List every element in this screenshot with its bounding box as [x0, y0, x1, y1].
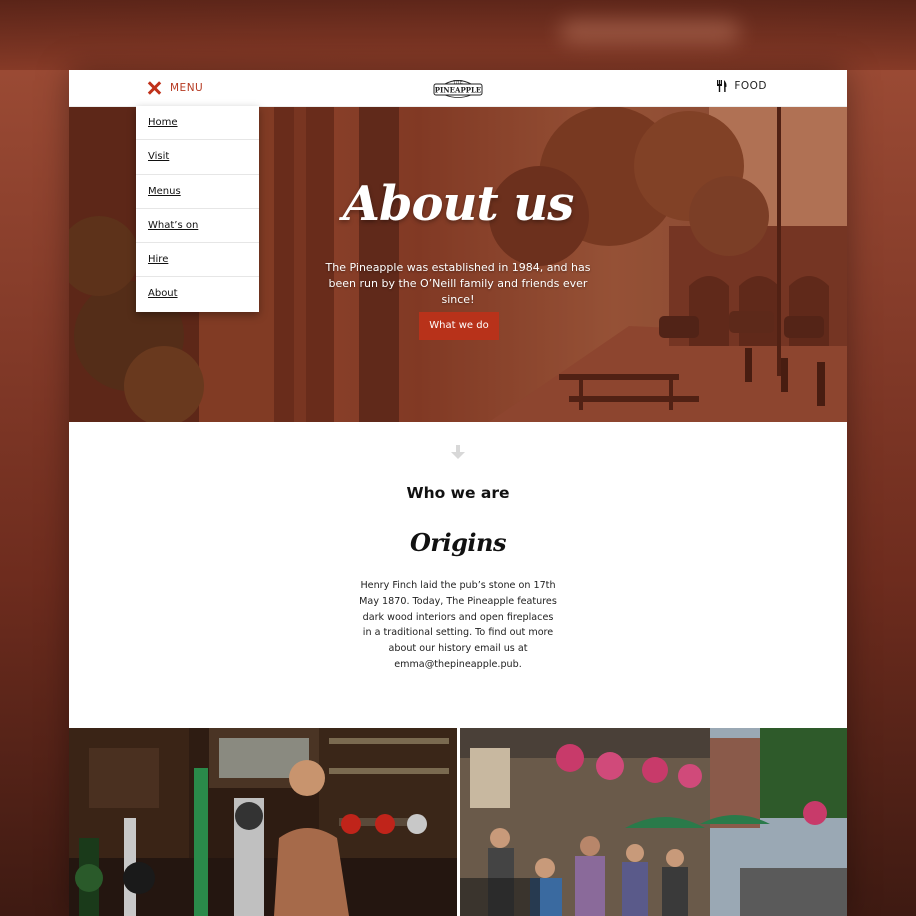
site-header: MENU THE PINEAPPLE FOOD: [69, 70, 847, 107]
background-top: [0, 0, 916, 70]
pub-exterior-photo: [460, 728, 847, 916]
bar-interior-photo: [69, 728, 457, 916]
nav-item-about[interactable]: About: [136, 277, 259, 311]
nav-item-visit[interactable]: Visit: [136, 140, 259, 175]
nav-item-hire[interactable]: Hire: [136, 243, 259, 278]
nav-dropdown: Home Visit Menus What’s on Hire About: [136, 106, 259, 312]
food-button[interactable]: FOOD: [717, 80, 767, 92]
nav-item-home[interactable]: Home: [136, 106, 259, 141]
arrow-down-icon[interactable]: [450, 444, 466, 460]
logo-text-main: PINEAPPLE: [435, 86, 482, 95]
nav-item-menus[interactable]: Menus: [136, 175, 259, 209]
section-title: Who we are: [406, 484, 510, 502]
section-subtitle: Origins: [409, 528, 507, 557]
section-body-text: Henry Finch laid the pub’s stone on 17th…: [359, 580, 557, 670]
food-label: FOOD: [734, 80, 767, 92]
pineapple-logo[interactable]: THE PINEAPPLE: [433, 76, 483, 100]
menu-label: MENU: [170, 82, 204, 94]
menu-toggle-button[interactable]: MENU: [147, 80, 203, 96]
what-we-do-button[interactable]: What we do: [419, 312, 499, 340]
background-left: [0, 70, 69, 916]
close-x-icon[interactable]: [147, 81, 161, 95]
nav-item-whats-on[interactable]: What’s on: [136, 209, 259, 244]
logo-text-top: THE: [453, 80, 463, 85]
cutlery-icon: [717, 80, 727, 92]
hero-description: The Pineapple was established in 1984, a…: [325, 261, 591, 306]
background-glow: [560, 20, 740, 44]
website-page: MENU THE PINEAPPLE FOOD About us The Pin…: [69, 70, 847, 916]
background-right: [847, 70, 916, 916]
